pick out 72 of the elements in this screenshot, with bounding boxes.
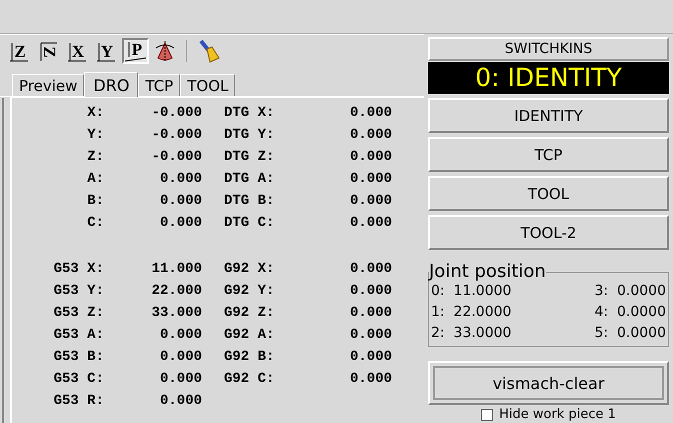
joint-reading: 2: 33.0000 [431,324,512,342]
axis-value: 0.000 [158,214,202,232]
axis-label: G92 A: [224,326,276,344]
axis-label: DTG Z: [224,148,276,166]
checkbox[interactable] [481,408,494,420]
axis-value: 0.000 [158,348,202,366]
axis-label: G92 Z: [224,304,276,322]
joint-reading: 5: 0.0000 [594,324,666,342]
axis-value: 0.000 [348,282,392,300]
axis-label: G53 Z: [52,304,104,322]
checkbox-label: Hide work piece 1 [499,407,616,422]
axis-label: DTG B: [224,192,276,210]
tab[interactable]: DRO [84,72,138,97]
axis-label: G53 C: [52,370,104,388]
group-title: Joint position [429,262,546,282]
axis-label: G53 R: [52,392,104,410]
joint-reading: 1: 22.0000 [431,303,512,321]
axis-label: DTG A: [224,170,276,188]
joint-reading: 4: 0.0000 [594,303,666,321]
axis-label: G53 X: [52,260,104,278]
axis-label: G53 B: [52,348,104,366]
axis-value: 0.000 [348,348,392,366]
kinematics-button[interactable]: TOOL [428,176,669,211]
axis-value: 0.000 [348,370,392,388]
axis-value: 0.000 [348,192,392,210]
kinematics-button[interactable]: TCP [428,137,669,172]
axis-value: 0.000 [158,326,202,344]
axis-value: 0.000 [348,260,392,278]
axis-label: C: [86,214,104,232]
axis-label: X: [86,104,104,122]
axis-value: -0.000 [150,148,202,166]
axis-label: G92 Y: [224,282,276,300]
axis-value: 0.000 [158,392,202,410]
axis-value: 0.000 [348,148,392,166]
axis-value: 0.000 [348,104,392,122]
axis-value: 0.000 [348,126,392,144]
tab[interactable]: TCP [138,74,180,96]
joint-reading: 0: 11.0000 [431,282,512,300]
switchkins-label: SWITCHKINS [428,37,669,61]
broom-icon [198,39,220,63]
tab[interactable]: TOOL [180,74,236,96]
axis-value: 0.000 [348,170,392,188]
axis-value: 11.000 [150,260,202,278]
axis-value: -0.000 [150,104,202,122]
axis-value: 33.000 [150,304,202,322]
axis-label: DTG C: [224,214,276,232]
axis-value: 0.000 [158,170,202,188]
tab[interactable]: Preview [12,74,84,96]
axis-value: -0.000 [150,126,202,144]
axis-value: 0.000 [348,304,392,322]
cone-icon [154,40,176,62]
axis-label: A: [86,170,104,188]
axis-label: G53 A: [52,326,104,344]
kinematics-button[interactable]: TOOL-2 [428,215,669,250]
axis-label: DTG Y: [224,126,276,144]
kinematics-display: 0: IDENTITY [428,62,669,94]
axis-label: G92 B: [224,348,276,366]
axis-label: DTG X: [224,104,276,122]
axis-label: G53 Y: [52,282,104,300]
axis-value: 22.000 [150,282,202,300]
kinematics-button[interactable]: IDENTITY [428,98,669,133]
axis-value: 0.000 [158,370,202,388]
axis-value: 0.000 [158,192,202,210]
axis-value: 0.000 [348,326,392,344]
axis-label: B: [86,192,104,210]
axis-label: G92 C: [224,370,276,388]
axis-label: G92 X: [224,260,276,278]
axis-label: Y: [86,126,104,144]
vismach-clear-button[interactable]: vismach-clear [428,361,669,405]
axis-value: 0.000 [348,214,392,232]
axis-label: Z: [86,148,104,166]
joint-reading: 3: 0.0000 [594,282,666,300]
